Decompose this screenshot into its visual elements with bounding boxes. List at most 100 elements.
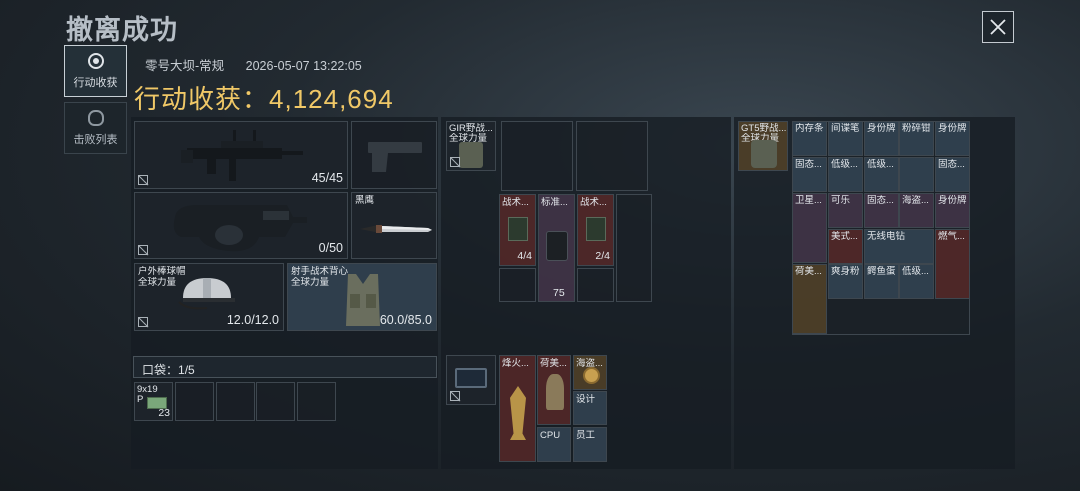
ammo-sub: P — [137, 394, 144, 405]
rig-item-tactical-1[interactable]: 战术... 4/4 — [499, 194, 536, 266]
rig-grid-b — [576, 121, 648, 191]
helmet-slot[interactable]: 户外棒球帽 全球力量 12.0/12.0 — [134, 263, 284, 331]
backpack-item[interactable]: 固态... — [935, 157, 970, 192]
backpack-item-name: 粉碎钳 — [902, 123, 931, 134]
backpack-item-name: 可乐 — [831, 195, 851, 206]
backpack-item[interactable] — [899, 157, 934, 192]
pocket-slot[interactable] — [256, 382, 295, 421]
backpack-item[interactable]: 低级... — [828, 157, 863, 192]
backpack-item-name: 燃气... — [938, 231, 965, 242]
slot-lock-icon — [450, 391, 460, 401]
backpack-item[interactable]: 无线电钻 — [864, 229, 934, 264]
pocket-count: 1/5 — [178, 363, 195, 377]
melee-slot[interactable]: 黑鹰 — [351, 192, 437, 259]
case-slot[interactable] — [446, 355, 496, 405]
rig-item-name: 战术... — [502, 197, 529, 208]
backpack-item[interactable]: 固态... — [792, 157, 827, 192]
backpack-item[interactable]: 海盗... — [899, 193, 934, 228]
backpack-item[interactable]: 内存条 — [792, 121, 827, 156]
bag-item-3[interactable]: 海盗... — [573, 355, 607, 390]
backpack-item-name: 身份牌 — [938, 195, 967, 206]
backpack-icon — [751, 140, 777, 168]
slot-lock-icon — [138, 245, 148, 255]
secondary-ammo-count: 0/50 — [318, 241, 343, 255]
backpack-item[interactable]: 爽身粉 — [828, 264, 863, 299]
rig-item-count: 4/4 — [517, 250, 532, 262]
armor-brand: 全球力量 — [291, 277, 330, 288]
tab-harvest[interactable]: 行动收获 — [64, 45, 127, 97]
rig-item-count: 2/4 — [595, 250, 610, 262]
slot-lock-icon — [138, 317, 148, 327]
rig-item-standard[interactable]: 标准... 75 — [538, 194, 575, 302]
rig-item-tactical-2[interactable]: 战术... 2/4 — [577, 194, 614, 266]
backpack-slot[interactable]: GT5野战... 全球力量 — [738, 121, 788, 171]
backpack-item[interactable]: 卫星... — [792, 193, 827, 263]
pocket-slot-ammo[interactable]: 9x19 P 23 — [134, 382, 173, 421]
backpack-item[interactable]: 鳄鱼蛋 — [864, 264, 899, 299]
backpack-item-name: 低级... — [867, 159, 894, 170]
rig-cell[interactable] — [616, 194, 652, 302]
match-meta: 零号大坝-常规 2026-05-07 13:22:05 — [145, 55, 380, 74]
backpack-item[interactable]: 荷美... — [792, 264, 827, 334]
bag-item-1[interactable]: 烽火... — [499, 355, 536, 462]
bag-item-2[interactable]: 荷美... — [537, 355, 571, 425]
tab-harvest-label: 行动收获 — [73, 76, 118, 89]
armor-name: 射手战术背心 — [291, 266, 349, 277]
rig-slot[interactable]: GIR野战... 全球力量 — [446, 121, 496, 171]
rig-item-name: 战术... — [580, 197, 607, 208]
rig-cell[interactable] — [499, 268, 536, 302]
backpack-item-name: 固态... — [867, 195, 894, 206]
harvest-total: 行动收获：4,124,694 — [134, 79, 394, 116]
armor-slot[interactable]: 射手战术背心 全球力量 60.0/85.0 — [287, 263, 437, 331]
pistol-slot[interactable] — [351, 121, 437, 189]
rig-cell[interactable] — [577, 268, 614, 302]
backpack-item[interactable]: 身份牌 — [935, 121, 970, 156]
backpack-item-name: 固态... — [795, 159, 822, 170]
backpack-item-name: 身份牌 — [938, 123, 967, 134]
backpack-item[interactable]: 美式... — [828, 229, 863, 264]
pocket-header: 口袋：1/5 — [133, 356, 437, 378]
backpack-item[interactable]: 燃气... — [935, 229, 970, 299]
harvest-label: 行动收获： — [134, 84, 270, 114]
backpack-item-name: 身份牌 — [867, 123, 896, 134]
rig-item-count: 75 — [553, 287, 565, 299]
backpack-item[interactable]: 身份牌 — [864, 121, 899, 156]
melee-name: 黑鹰 — [355, 195, 375, 206]
backpack-item[interactable]: 低级... — [864, 157, 899, 192]
page-title: 撤离成功 — [66, 15, 178, 45]
case-icon — [455, 368, 487, 388]
pocket-slot[interactable] — [216, 382, 255, 421]
bag-item-name: 员工 — [576, 430, 596, 441]
rig-item-name: 标准... — [541, 197, 568, 208]
bag-item-5[interactable]: CPU — [537, 427, 571, 462]
backpack-item[interactable]: 可乐 — [828, 193, 863, 228]
bag-item-4[interactable]: 设计 — [573, 391, 607, 425]
cap-icon — [178, 278, 235, 310]
trophy-icon — [510, 386, 526, 440]
slot-lock-icon — [450, 157, 460, 167]
backpack-item-name: 美式... — [831, 231, 858, 242]
rig-icon — [459, 142, 483, 168]
secondary-weapon-slot[interactable]: 0/50 — [134, 192, 348, 259]
bag-item-name: CPU — [540, 430, 561, 441]
target-icon — [87, 52, 104, 69]
backpack-item[interactable]: 固态... — [864, 193, 899, 228]
slot-lock-icon — [138, 175, 148, 185]
bag-item-6[interactable]: 员工 — [573, 427, 607, 462]
vest-icon — [346, 274, 380, 326]
backpack-item-name: 固态... — [938, 159, 965, 170]
backpack-item[interactable]: 低级... — [899, 264, 934, 299]
backpack-item[interactable]: 身份牌 — [935, 193, 970, 228]
close-button[interactable] — [982, 11, 1014, 43]
backpack-item-name: 鳄鱼蛋 — [867, 266, 896, 277]
pocket-slot[interactable] — [297, 382, 336, 421]
pocket-slot[interactable] — [175, 382, 214, 421]
backpack-item[interactable]: 间谍笔 — [828, 121, 863, 156]
tab-kill-list[interactable]: 击败列表 — [64, 102, 127, 154]
backpack-item[interactable]: 粉碎钳 — [899, 121, 934, 156]
pocket-label: 口袋： — [142, 363, 179, 377]
backpack-item-name: 低级... — [902, 266, 929, 277]
p90-icon — [173, 205, 307, 252]
primary-weapon-slot[interactable]: 45/45 — [134, 121, 348, 189]
helmet-brand: 全球力量 — [138, 277, 177, 288]
